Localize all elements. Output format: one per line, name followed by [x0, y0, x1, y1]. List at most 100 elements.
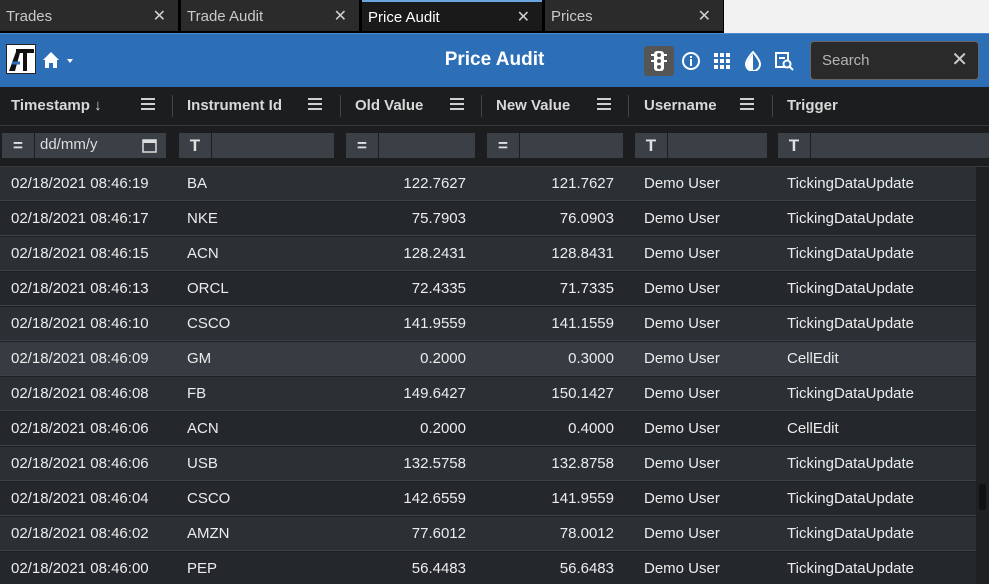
cell-username: Demo User: [644, 455, 720, 472]
table-row[interactable]: 02/18/2021 08:46:09 GM 0.2000 0.3000 Demo Us…: [0, 342, 976, 376]
filter-old-value[interactable]: =: [346, 133, 475, 158]
filter-instrument-id[interactable]: T: [179, 133, 334, 158]
cell-username: Demo User: [644, 175, 720, 192]
table-row[interactable]: 02/18/2021 08:46:15 ACN 128.2431 128.8431 De…: [0, 237, 976, 271]
column-header-trigger[interactable]: Trigger: [776, 87, 989, 125]
tab-price-audit[interactable]: Price Audit ✕: [362, 0, 542, 31]
column-divider: [628, 95, 629, 117]
cell-timestamp: 02/18/2021 08:46:08: [11, 385, 149, 402]
cell-trigger: TickingDataUpdate: [787, 455, 915, 472]
filter-row: = dd/mm/y T = = T T: [0, 126, 989, 167]
column-menu-icon[interactable]: [450, 98, 464, 110]
close-tab-icon[interactable]: ✕: [698, 0, 711, 33]
tab-trade-audit[interactable]: Trade Audit ✕: [181, 0, 359, 31]
filter-trigger[interactable]: T: [778, 133, 989, 158]
table-row[interactable]: 02/18/2021 08:46:13 ORCL 72.4335 71.7335 Dem…: [0, 272, 976, 306]
date-filter-input[interactable]: dd/mm/y: [40, 136, 98, 153]
cell-old-value: 122.7627: [403, 175, 466, 192]
column-menu-icon[interactable]: [597, 98, 611, 110]
filter-equals-button[interactable]: =: [346, 133, 379, 158]
column-menu-icon[interactable]: [141, 98, 155, 110]
tab-strip-empty: [724, 0, 989, 33]
cell-instrument-id: ORCL: [187, 280, 229, 297]
clear-search-icon[interactable]: ✕: [951, 50, 968, 70]
data-grid: 02/18/2021 08:46:19 BA 122.7627 121.7627 Dem…: [0, 167, 976, 584]
cell-old-value: 0.2000: [420, 350, 466, 367]
cell-timestamp: 02/18/2021 08:46:06: [11, 420, 149, 437]
column-header-old-value[interactable]: Old Value: [344, 87, 482, 125]
cell-username: Demo User: [644, 245, 720, 262]
filter-username[interactable]: T: [635, 133, 767, 158]
tab-label: Prices: [551, 8, 593, 25]
cell-timestamp: 02/18/2021 08:46:00: [11, 560, 149, 577]
column-header-instrument-id[interactable]: Instrument Id: [176, 87, 341, 125]
filter-timestamp[interactable]: = dd/mm/y: [2, 133, 166, 158]
column-menu-icon[interactable]: [308, 98, 322, 110]
table-row[interactable]: 02/18/2021 08:46:19 BA 122.7627 121.7627 Dem…: [0, 167, 976, 201]
cell-old-value: 56.4483: [411, 560, 466, 577]
cell-trigger: TickingDataUpdate: [787, 245, 915, 262]
cell-instrument-id: AMZN: [187, 525, 230, 542]
cell-instrument-id: ACN: [187, 420, 219, 437]
close-tab-icon[interactable]: ✕: [517, 2, 530, 33]
column-menu-icon[interactable]: [740, 98, 754, 110]
apps-grid-button[interactable]: [707, 46, 737, 76]
column-header-row: Timestamp ↓ Instrument Id Old Value New …: [0, 87, 989, 126]
scrollbar-thumb[interactable]: [979, 484, 986, 510]
tab-prices[interactable]: Prices ✕: [545, 0, 723, 31]
calendar-icon[interactable]: [142, 138, 157, 153]
cell-trigger: TickingDataUpdate: [787, 560, 915, 577]
table-row[interactable]: 02/18/2021 08:46:10 CSCO 141.9559 141.1559 D…: [0, 307, 976, 341]
cell-new-value: 141.9559: [551, 490, 614, 507]
filter-text-button[interactable]: T: [179, 133, 212, 158]
grid-apps-icon: [714, 53, 730, 69]
filter-equals-button[interactable]: =: [487, 133, 520, 158]
vertical-scrollbar[interactable]: [976, 167, 989, 584]
cell-trigger: TickingDataUpdate: [787, 280, 915, 297]
cell-instrument-id: FB: [187, 385, 207, 402]
filter-text-button[interactable]: T: [778, 133, 811, 158]
cell-instrument-id: PEP: [187, 560, 218, 577]
close-tab-icon[interactable]: ✕: [153, 0, 166, 33]
cell-username: Demo User: [644, 315, 720, 332]
tab-label: Trade Audit: [187, 8, 264, 25]
cell-new-value: 121.7627: [551, 175, 614, 192]
close-tab-icon[interactable]: ✕: [334, 0, 347, 33]
filter-equals-button[interactable]: =: [2, 133, 35, 158]
info-icon: [682, 52, 700, 70]
table-row[interactable]: 02/18/2021 08:46:00 PEP 56.4483 56.6483 Demo…: [0, 552, 976, 584]
column-name: Username: [644, 97, 717, 114]
tab-trades[interactable]: Trades ✕: [0, 0, 178, 31]
column-divider: [172, 95, 173, 117]
cell-username: Demo User: [644, 350, 720, 367]
filter-new-value[interactable]: =: [487, 133, 623, 158]
traffic-light-icon: [651, 51, 667, 71]
cell-username: Demo User: [644, 420, 720, 437]
column-header-timestamp[interactable]: Timestamp ↓: [0, 87, 173, 125]
info-button[interactable]: [676, 46, 706, 76]
cell-instrument-id: BA: [187, 175, 208, 192]
quick-search-button[interactable]: [769, 46, 799, 76]
filter-text-button[interactable]: T: [635, 133, 668, 158]
cell-new-value: 0.3000: [568, 350, 614, 367]
cell-new-value: 128.8431: [551, 245, 614, 262]
cell-timestamp: 02/18/2021 08:46:10: [11, 315, 149, 332]
cell-trigger: TickingDataUpdate: [787, 210, 915, 227]
column-header-username[interactable]: Username: [633, 87, 773, 125]
search-input[interactable]: Search ✕: [810, 41, 979, 80]
table-row[interactable]: 02/18/2021 08:46:08 FB 149.6427 150.1427 Dem…: [0, 377, 976, 411]
table-row[interactable]: 02/18/2021 08:46:06 ACN 0.2000 0.4000 Demo U…: [0, 412, 976, 446]
column-divider: [772, 95, 773, 117]
tab-label: Price Audit: [368, 9, 440, 26]
tab-strip: Trades ✕ Trade Audit ✕ Price Audit ✕ Pri…: [0, 0, 989, 33]
table-row[interactable]: 02/18/2021 08:46:06 USB 132.5758 132.8758 De…: [0, 447, 976, 481]
table-row[interactable]: 02/18/2021 08:46:04 CSCO 142.6559 141.9559 D…: [0, 482, 976, 516]
table-row[interactable]: 02/18/2021 08:46:17 NKE 75.7903 76.0903 Demo…: [0, 202, 976, 236]
cell-new-value: 150.1427: [551, 385, 614, 402]
table-row[interactable]: 02/18/2021 08:46:02 AMZN 77.6012 78.0012 Dem…: [0, 517, 976, 551]
theme-button[interactable]: [738, 46, 768, 76]
cell-trigger: TickingDataUpdate: [787, 385, 915, 402]
cell-trigger: TickingDataUpdate: [787, 490, 915, 507]
traffic-light-button[interactable]: [644, 46, 674, 76]
column-header-new-value[interactable]: New Value: [485, 87, 629, 125]
